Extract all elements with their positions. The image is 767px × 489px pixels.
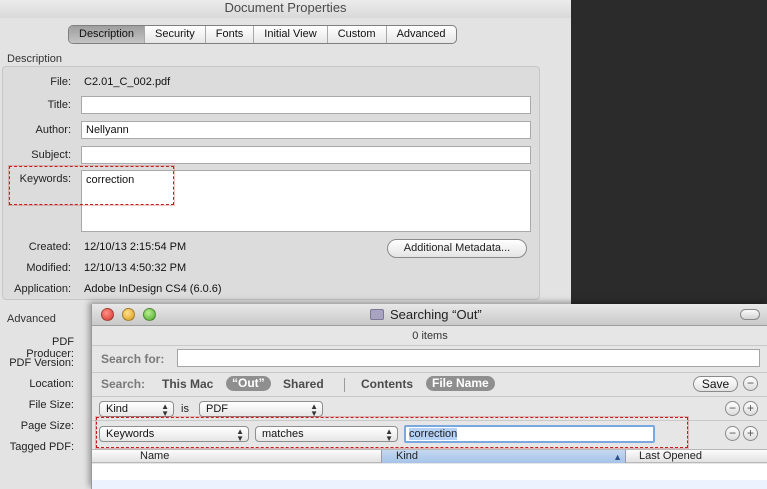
created-label: Created:: [28, 241, 71, 253]
close-icon[interactable]: [101, 308, 114, 321]
finder-window-title: Searching “Out”: [390, 307, 482, 322]
keywords-highlight-box: [9, 166, 174, 205]
minimize-icon[interactable]: [122, 308, 135, 321]
subject-label: Subject:: [31, 149, 71, 161]
scope-separator: [344, 378, 345, 392]
file-value: C2.01_C_002.pdf: [84, 76, 171, 88]
tab-bar: Description Security Fonts Initial View …: [68, 25, 457, 44]
remove-criteria-button-2[interactable]: −: [725, 426, 740, 441]
additional-metadata-button[interactable]: Additional Metadata...: [387, 239, 527, 258]
add-criteria-button-1[interactable]: +: [743, 401, 758, 416]
save-search-button[interactable]: Save: [693, 376, 738, 392]
criteria-operator-1: is: [181, 403, 189, 415]
tab-initial-view[interactable]: Initial View: [254, 26, 328, 43]
description-section-heading: Description: [7, 53, 63, 65]
modified-label: Modified:: [26, 262, 71, 274]
file-label: File:: [50, 76, 71, 88]
criteria-value-popup-1[interactable]: PDF ▲ ▼: [199, 401, 323, 418]
keywords-criteria-highlight-box: [96, 417, 688, 448]
column-kind[interactable]: Kind ▲: [381, 450, 626, 463]
column-last-opened[interactable]: Last Opened: [639, 450, 702, 463]
popup-arrows-icon: ▲ ▼: [310, 402, 318, 418]
add-criteria-button-2[interactable]: +: [743, 426, 758, 441]
subject-field[interactable]: [81, 146, 531, 164]
search-scope-label: Search:: [101, 377, 146, 391]
title-label: Title:: [47, 99, 71, 111]
page-size-label: Page Size:: [20, 420, 74, 432]
tagged-pdf-label: Tagged PDF:: [9, 441, 74, 453]
popup-arrows-icon: ▲ ▼: [161, 402, 169, 418]
search-contents-option[interactable]: Contents: [361, 377, 413, 391]
tab-custom[interactable]: Custom: [328, 26, 387, 43]
criteria-attribute-popup-1[interactable]: Kind ▲ ▼: [99, 401, 174, 418]
modified-value: 12/10/13 4:50:32 PM: [84, 262, 187, 274]
author-label: Author:: [35, 124, 71, 136]
scope-shared[interactable]: Shared: [283, 377, 324, 391]
sort-ascending-icon: ▲: [613, 452, 622, 462]
remove-scope-button[interactable]: −: [743, 376, 758, 391]
created-value: 12/10/13 2:15:54 PM: [84, 241, 187, 253]
tab-description[interactable]: Description: [69, 26, 146, 43]
search-for-input[interactable]: [177, 349, 760, 367]
tab-security[interactable]: Security: [145, 26, 206, 43]
remove-criteria-button-1[interactable]: −: [725, 401, 740, 416]
author-field[interactable]: Nellyann: [81, 121, 531, 139]
criteria-value-1: PDF: [206, 403, 228, 415]
tab-fonts[interactable]: Fonts: [206, 26, 255, 43]
toolbar-toggle-button[interactable]: [740, 309, 760, 320]
results-row-stripe: [92, 480, 767, 489]
scope-out-folder[interactable]: “Out”: [226, 376, 271, 391]
column-name[interactable]: Name: [140, 450, 169, 463]
items-count: 0 items: [412, 330, 448, 342]
location-label: Location:: [29, 378, 74, 390]
criteria-attribute-1: Kind: [106, 403, 129, 415]
column-kind-label: Kind: [396, 450, 419, 462]
zoom-icon[interactable]: [143, 308, 156, 321]
smart-folder-icon: [370, 309, 384, 320]
tab-advanced[interactable]: Advanced: [387, 26, 456, 43]
results-column-headers: Name Kind ▲ Last Opened: [92, 449, 767, 463]
file-size-label: File Size:: [28, 399, 74, 411]
advanced-section-heading: Advanced: [7, 313, 56, 325]
window-title: Document Properties: [0, 0, 571, 18]
application-value: Adobe InDesign CS4 (6.0.6): [84, 283, 222, 295]
search-for-label: Search for:: [101, 352, 165, 366]
title-field[interactable]: [81, 96, 531, 114]
application-label: Application:: [14, 283, 71, 295]
results-list: [92, 464, 767, 489]
search-file-name-option[interactable]: File Name: [426, 376, 495, 391]
finder-titlebar: Searching “Out”: [92, 304, 767, 326]
finder-search-window: Searching “Out” 0 items Search for: Sear…: [91, 304, 767, 489]
pdf-version-label: PDF Version:: [9, 357, 74, 369]
scope-this-mac[interactable]: This Mac: [162, 377, 213, 391]
